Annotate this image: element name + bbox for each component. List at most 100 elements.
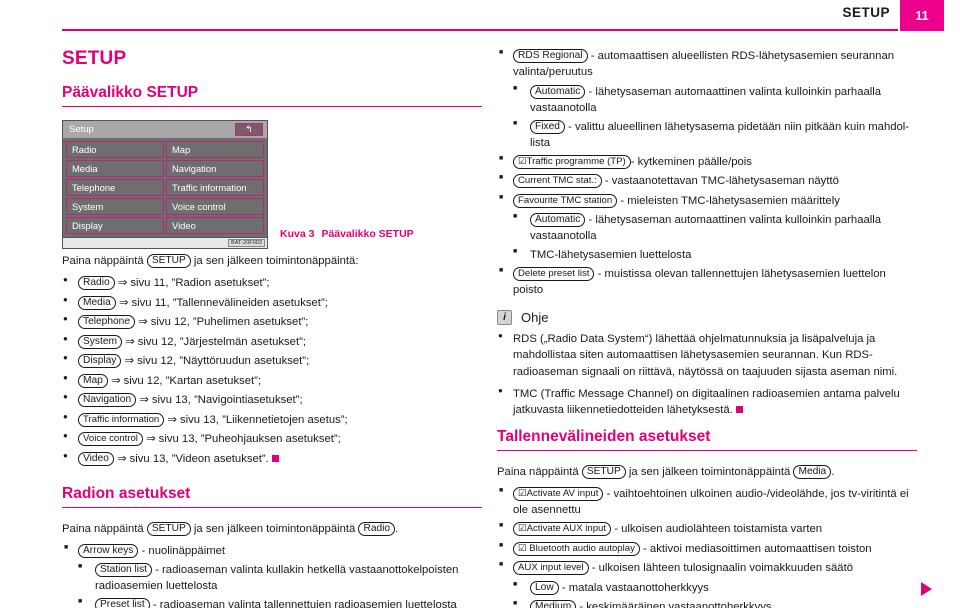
list-item-text: - aktivoi mediasoittimen automaattisen t… [643,542,872,555]
list-item-text: - nuolinäppäimet [141,544,226,557]
right-column: RDS Regional - automaattisen alueelliste… [497,48,917,608]
key-map: Map [78,373,108,388]
list-item-text: TMC-lähetysasemien luettelosta [530,249,692,262]
list-item-text: - ulkoisen audiolähteen toistamista vart… [614,523,823,536]
screen-cell-traffic-information[interactable]: Traffic information [166,179,264,196]
key-low: Low [530,580,559,595]
key-arrow-keys: Arrow keys [78,543,139,558]
end-of-section-mark [735,405,743,413]
list-item-text: ⇒ sivu 13, ”Liikennetietojen asetus”; [167,413,348,426]
radio-settings-sublist: Station list - radioaseman valinta kulla… [62,562,482,608]
figure-caption-number: Kuva 3 [280,228,315,240]
key-setup: SETUP [581,464,626,479]
list-item: Medium - keskimääräinen vastaanottoherkk… [510,599,917,608]
screen-cell-video[interactable]: Video [166,217,264,234]
screen-footer: BAT-20F003 [63,237,267,248]
tp-tmc-settings-list: ☑Traffic programme (TP)- kytkeminen pääl… [497,154,917,209]
list-item: TMC (Traffic Message Channel) on digitaa… [497,385,917,418]
list-item: AUX input level - ulkoisen lähteen tulos… [497,560,917,576]
list-item-text: ⇒ sivu 12, ”Näyttöruudun asetukset”; [124,355,310,368]
key-media: Media [78,295,116,310]
list-item: Favourite TMC station - mieleisten TMC-l… [497,193,917,209]
key-radio: Radio [78,276,115,291]
figure-reference-code: BAT-20F003 [228,239,265,247]
radio-settings-list: Arrow keys - nuolinäppäimet [62,543,482,559]
key-media: Media [793,464,832,479]
note-list: RDS („Radio Data System“) lähettää ohjel… [497,330,917,418]
list-item-text: - matala vastaanottoherkkyys [561,581,709,594]
radio-intro-mid: ja sen jälkeen toimintonäppäintä [193,522,356,535]
list-item-text: ⇒ sivu 13, ”Videon asetukset”. [117,452,269,465]
list-item: ☑Traffic programme (TP)- kytkeminen pääl… [497,154,917,170]
list-item: Automatic - lähetysaseman automaattinen … [510,84,917,116]
list-item-text: ⇒ sivu 11, ”Radion asetukset”; [117,277,270,290]
list-item: Radio ⇒ sivu 11, ”Radion asetukset”; [62,274,482,291]
manual-page: SETUP 11 SETUP Päävalikko SETUP Setup ↰ … [0,0,960,608]
info-icon: i [497,310,512,326]
key-current-tmc-stat: Current TMC stat.: [513,174,602,189]
screen-cell-display[interactable]: Display [66,217,164,234]
screen-cell-radio[interactable]: Radio [66,141,164,158]
list-item-text: ⇒ sivu 13, ”Puheohjauksen asetukset”; [146,433,341,446]
setup-intro-pre: Paina näppäintä [62,255,144,267]
screen-cell-system[interactable]: System [66,198,164,215]
key-setup: SETUP [146,254,191,268]
key-bluetooth-audio-autoplay: ☑ Bluetooth audio autoplay [513,541,640,556]
screen-cell-telephone[interactable]: Telephone [66,179,164,196]
key-preset-list: Preset list [95,598,150,608]
list-item: Media ⇒ sivu 11, ”Tallennevälineiden ase… [62,294,482,311]
screen-menu-grid: Radio Map Media Navigation Telephone Tra… [63,138,267,237]
list-item: RDS Regional - automaattisen alueelliste… [497,48,917,80]
screen-title-label: Setup [69,124,94,135]
list-item-text: ⇒ sivu 13, ”Navigointiasetukset”; [139,394,303,407]
figure-setup-main-menu: Setup ↰ Radio Map Media Navigation Telep… [62,120,482,249]
key-fixed: Fixed [530,119,565,134]
key-automatic: Automatic [530,84,586,99]
key-navigation: Navigation [78,393,137,408]
key-favourite-tmc-station: Favourite TMC station [513,193,618,208]
list-item-text: TMC (Traffic Message Channel) on digitaa… [513,387,900,416]
key-aux-input-level: AUX input level [513,561,589,576]
list-item: Preset list - radioaseman valinta tallen… [75,597,482,608]
list-item: ☑Activate AV input - vaihtoehtoinen ulko… [497,486,917,518]
key-rds-regional: RDS Regional [513,49,588,63]
delete-preset-list-item-wrapper: Delete preset list - muistissa olevan ta… [497,266,917,298]
note-ohje: i Ohje RDS („Radio Data System“) lähettä… [497,310,917,417]
media-intro-end: . [831,465,835,478]
list-item: Arrow keys - nuolinäppäimet [62,543,482,559]
screen-cell-map[interactable]: Map [166,141,264,158]
radio-intro-pre: Paina näppäintä [62,522,144,535]
tmc-settings-sublist: Automatic - lähetysaseman automaattinen … [497,212,917,263]
list-item: Video ⇒ sivu 13, ”Videon asetukset”. [62,450,482,467]
list-item: Telephone ⇒ sivu 12, ”Puhelimen asetukse… [62,313,482,330]
list-item-text: - mieleisten TMC-lähetysasemien määritte… [620,194,840,207]
subsection-title-radion-asetukset: Radion asetukset [62,485,482,508]
list-item: ☑ Bluetooth audio autoplay - aktivoi med… [497,541,917,557]
head-unit-screen: Setup ↰ Radio Map Media Navigation Telep… [62,120,268,249]
key-setup: SETUP [146,521,191,536]
list-item: ☑Activate AUX input - ulkoisen audioläht… [497,521,917,537]
screen-cell-voice-control[interactable]: Voice control [166,198,264,215]
screen-cell-media[interactable]: Media [66,160,164,177]
list-item: Display ⇒ sivu 12, ”Näyttöruudun asetuks… [62,352,482,369]
list-item: Station list - radioaseman valinta kulla… [75,562,482,594]
list-item-text: ⇒ sivu 12, ”Puhelimen asetukset”; [138,316,309,329]
key-automatic: Automatic [530,213,586,228]
list-item: Delete preset list - muistissa olevan ta… [497,266,917,298]
next-page-triangle-icon [921,582,932,596]
key-station-list: Station list [95,563,152,578]
back-icon[interactable]: ↰ [235,123,263,136]
end-of-section-mark [271,454,279,462]
list-item: Traffic information ⇒ sivu 13, ”Liikenne… [62,411,482,428]
running-header-title: SETUP [842,5,890,20]
list-item-text: ⇒ sivu 12, ”Kartan asetukset”; [110,374,262,387]
figure-caption-text: Päävalikko SETUP [321,228,414,240]
note-header: i Ohje [497,310,917,326]
list-item: Fixed - valittu alueellinen lähetysasema… [510,119,917,151]
screen-cell-navigation[interactable]: Navigation [166,160,264,177]
setup-menu-list: Radio ⇒ sivu 11, ”Radion asetukset”; Med… [62,274,482,467]
key-traffic-programme-tp: ☑Traffic programme (TP) [513,154,631,169]
section-title: SETUP [62,48,127,69]
setup-intro-post: ja sen jälkeen toimintonäppäintä: [193,255,359,267]
list-item-text: ⇒ sivu 11, ”Tallennevälineiden asetukset… [118,296,328,309]
